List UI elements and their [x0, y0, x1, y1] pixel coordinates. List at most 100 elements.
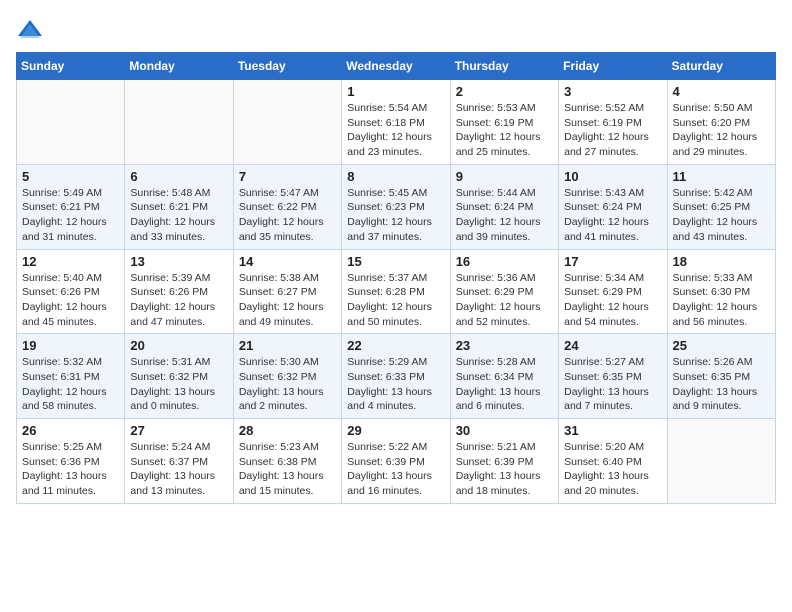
day-info: Sunrise: 5:23 AM Sunset: 6:38 PM Dayligh…	[239, 440, 336, 499]
header-day-friday: Friday	[559, 53, 667, 80]
day-number: 19	[22, 338, 119, 353]
calendar-cell: 10 Sunrise: 5:43 AM Sunset: 6:24 PM Dayli…	[559, 164, 667, 249]
day-number: 26	[22, 423, 119, 438]
day-number: 3	[564, 84, 661, 99]
calendar-cell: 19Sunrise: 5:32 AM Sunset: 6:31 PM Dayli…	[17, 334, 125, 419]
day-info: Sunrise: 5:42 AM Sunset: 6:25 PM Dayligh…	[673, 186, 770, 245]
week-row-3: 12 Sunrise: 5:40 AM Sunset: 6:26 PM Dayli…	[17, 249, 776, 334]
day-number: 27	[130, 423, 227, 438]
calendar-cell: 12 Sunrise: 5:40 AM Sunset: 6:26 PM Dayli…	[17, 249, 125, 334]
day-info: Sunrise: 5:34 AM Sunset: 6:29 PM Dayligh…	[564, 271, 661, 330]
day-info: Sunrise: 5:54 AM Sunset: 6:18 PM Dayligh…	[347, 101, 444, 160]
calendar-cell: 2Sunrise: 5:53 AM Sunset: 6:19 PM Daylig…	[450, 80, 558, 165]
day-info: Sunrise: 5:48 AM Sunset: 6:21 PM Dayligh…	[130, 186, 227, 245]
day-info: Sunrise: 5:45 AM Sunset: 6:23 PM Dayligh…	[347, 186, 444, 245]
calendar-table: SundayMondayTuesdayWednesdayThursdayFrid…	[16, 52, 776, 504]
calendar-cell: 8 Sunrise: 5:45 AM Sunset: 6:23 PM Daylig…	[342, 164, 450, 249]
calendar-cell: 17 Sunrise: 5:34 AM Sunset: 6:29 PM Dayli…	[559, 249, 667, 334]
week-row-1: 1 Sunrise: 5:54 AM Sunset: 6:18 PM Daylig…	[17, 80, 776, 165]
header-day-monday: Monday	[125, 53, 233, 80]
week-row-4: 19Sunrise: 5:32 AM Sunset: 6:31 PM Dayli…	[17, 334, 776, 419]
header-day-thursday: Thursday	[450, 53, 558, 80]
day-info: Sunrise: 5:21 AM Sunset: 6:39 PM Dayligh…	[456, 440, 553, 499]
day-info: Sunrise: 5:29 AM Sunset: 6:33 PM Dayligh…	[347, 355, 444, 414]
day-number: 12	[22, 254, 119, 269]
day-info: Sunrise: 5:36 AM Sunset: 6:29 PM Dayligh…	[456, 271, 553, 330]
calendar-cell: 11 Sunrise: 5:42 AM Sunset: 6:25 PM Dayli…	[667, 164, 775, 249]
day-info: Sunrise: 5:25 AM Sunset: 6:36 PM Dayligh…	[22, 440, 119, 499]
day-info: Sunrise: 5:26 AM Sunset: 6:35 PM Dayligh…	[673, 355, 770, 414]
day-number: 20	[130, 338, 227, 353]
day-info: Sunrise: 5:31 AM Sunset: 6:32 PM Dayligh…	[130, 355, 227, 414]
calendar-cell: 15 Sunrise: 5:37 AM Sunset: 6:28 PM Dayli…	[342, 249, 450, 334]
day-info: Sunrise: 5:22 AM Sunset: 6:39 PM Dayligh…	[347, 440, 444, 499]
day-number: 16	[456, 254, 553, 269]
header-day-tuesday: Tuesday	[233, 53, 341, 80]
page-header	[16, 16, 776, 44]
calendar-cell: 24 Sunrise: 5:27 AM Sunset: 6:35 PM Dayli…	[559, 334, 667, 419]
day-number: 21	[239, 338, 336, 353]
calendar-cell: 20 Sunrise: 5:31 AM Sunset: 6:32 PM Dayli…	[125, 334, 233, 419]
logo	[16, 16, 48, 44]
day-info: Sunrise: 5:49 AM Sunset: 6:21 PM Dayligh…	[22, 186, 119, 245]
day-number: 4	[673, 84, 770, 99]
day-number: 30	[456, 423, 553, 438]
calendar-cell: 26 Sunrise: 5:25 AM Sunset: 6:36 PM Dayli…	[17, 419, 125, 504]
calendar-cell: 7 Sunrise: 5:47 AM Sunset: 6:22 PM Daylig…	[233, 164, 341, 249]
calendar-cell: 23Sunrise: 5:28 AM Sunset: 6:34 PM Dayli…	[450, 334, 558, 419]
day-number: 6	[130, 169, 227, 184]
day-number: 8	[347, 169, 444, 184]
day-number: 10	[564, 169, 661, 184]
calendar-cell	[17, 80, 125, 165]
week-row-2: 5 Sunrise: 5:49 AM Sunset: 6:21 PM Daylig…	[17, 164, 776, 249]
day-number: 17	[564, 254, 661, 269]
day-info: Sunrise: 5:33 AM Sunset: 6:30 PM Dayligh…	[673, 271, 770, 330]
day-info: Sunrise: 5:52 AM Sunset: 6:19 PM Dayligh…	[564, 101, 661, 160]
day-number: 25	[673, 338, 770, 353]
day-number: 7	[239, 169, 336, 184]
calendar-cell	[667, 419, 775, 504]
calendar-cell	[233, 80, 341, 165]
calendar-cell: 25 Sunrise: 5:26 AM Sunset: 6:35 PM Dayli…	[667, 334, 775, 419]
calendar-cell: 16 Sunrise: 5:36 AM Sunset: 6:29 PM Dayli…	[450, 249, 558, 334]
day-number: 29	[347, 423, 444, 438]
calendar-cell: 28 Sunrise: 5:23 AM Sunset: 6:38 PM Dayli…	[233, 419, 341, 504]
day-number: 11	[673, 169, 770, 184]
day-info: Sunrise: 5:24 AM Sunset: 6:37 PM Dayligh…	[130, 440, 227, 499]
day-info: Sunrise: 5:47 AM Sunset: 6:22 PM Dayligh…	[239, 186, 336, 245]
day-info: Sunrise: 5:43 AM Sunset: 6:24 PM Dayligh…	[564, 186, 661, 245]
calendar-cell: 13Sunrise: 5:39 AM Sunset: 6:26 PM Dayli…	[125, 249, 233, 334]
header-row: SundayMondayTuesdayWednesdayThursdayFrid…	[17, 53, 776, 80]
week-row-5: 26 Sunrise: 5:25 AM Sunset: 6:36 PM Dayli…	[17, 419, 776, 504]
calendar-cell: 9 Sunrise: 5:44 AM Sunset: 6:24 PM Daylig…	[450, 164, 558, 249]
calendar-cell: 30 Sunrise: 5:21 AM Sunset: 6:39 PM Dayli…	[450, 419, 558, 504]
day-info: Sunrise: 5:38 AM Sunset: 6:27 PM Dayligh…	[239, 271, 336, 330]
day-number: 9	[456, 169, 553, 184]
day-number: 2	[456, 84, 553, 99]
calendar-cell: 29 Sunrise: 5:22 AM Sunset: 6:39 PM Dayli…	[342, 419, 450, 504]
day-number: 24	[564, 338, 661, 353]
day-info: Sunrise: 5:44 AM Sunset: 6:24 PM Dayligh…	[456, 186, 553, 245]
logo-icon	[16, 16, 44, 44]
day-info: Sunrise: 5:40 AM Sunset: 6:26 PM Dayligh…	[22, 271, 119, 330]
calendar-cell: 4Sunrise: 5:50 AM Sunset: 6:20 PM Daylig…	[667, 80, 775, 165]
day-number: 1	[347, 84, 444, 99]
day-info: Sunrise: 5:37 AM Sunset: 6:28 PM Dayligh…	[347, 271, 444, 330]
calendar-cell: 18Sunrise: 5:33 AM Sunset: 6:30 PM Dayli…	[667, 249, 775, 334]
calendar-cell: 14Sunrise: 5:38 AM Sunset: 6:27 PM Dayli…	[233, 249, 341, 334]
day-info: Sunrise: 5:20 AM Sunset: 6:40 PM Dayligh…	[564, 440, 661, 499]
day-number: 28	[239, 423, 336, 438]
calendar-cell: 27 Sunrise: 5:24 AM Sunset: 6:37 PM Dayli…	[125, 419, 233, 504]
calendar-cell: 1 Sunrise: 5:54 AM Sunset: 6:18 PM Daylig…	[342, 80, 450, 165]
day-number: 5	[22, 169, 119, 184]
day-number: 22	[347, 338, 444, 353]
calendar-cell: 5 Sunrise: 5:49 AM Sunset: 6:21 PM Daylig…	[17, 164, 125, 249]
calendar-cell: 21 Sunrise: 5:30 AM Sunset: 6:32 PM Dayli…	[233, 334, 341, 419]
day-info: Sunrise: 5:30 AM Sunset: 6:32 PM Dayligh…	[239, 355, 336, 414]
day-number: 23	[456, 338, 553, 353]
header-day-wednesday: Wednesday	[342, 53, 450, 80]
header-day-sunday: Sunday	[17, 53, 125, 80]
day-info: Sunrise: 5:27 AM Sunset: 6:35 PM Dayligh…	[564, 355, 661, 414]
day-number: 15	[347, 254, 444, 269]
calendar-cell: 6 Sunrise: 5:48 AM Sunset: 6:21 PM Daylig…	[125, 164, 233, 249]
